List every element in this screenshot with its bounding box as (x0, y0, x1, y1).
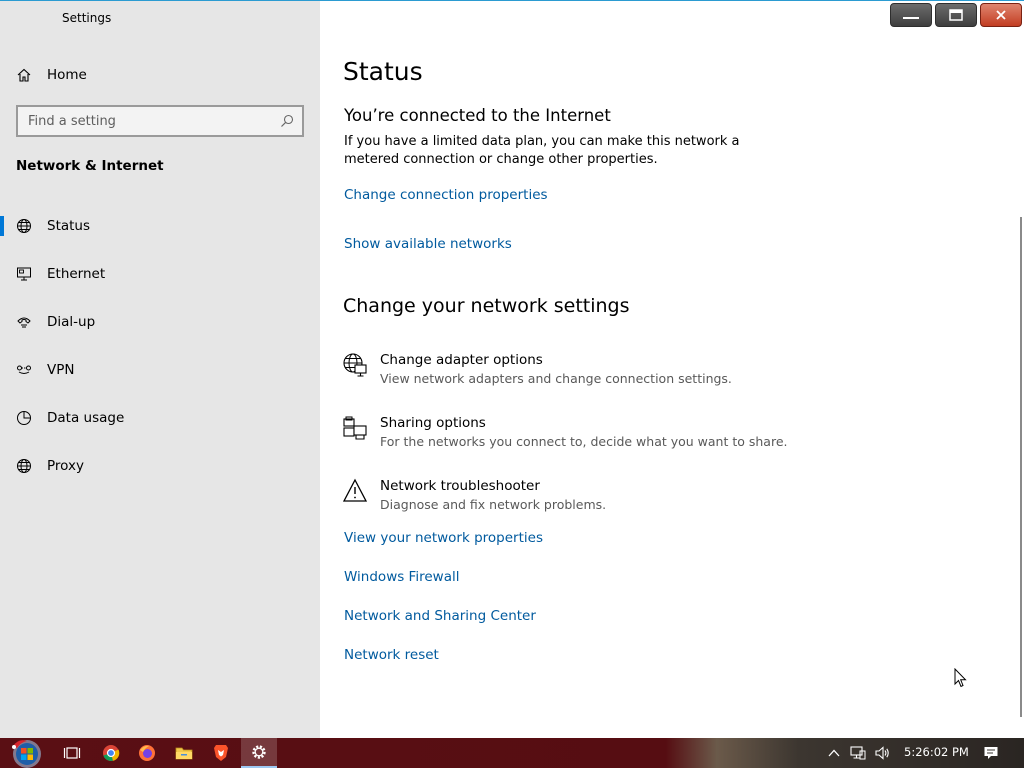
monitor-icon (17, 267, 31, 281)
change-settings-heading: Change your network settings (343, 295, 630, 317)
file-explorer-icon (175, 747, 193, 760)
settings-gear-icon (252, 745, 266, 759)
mouse-cursor-icon (954, 668, 967, 688)
globe-icon (17, 459, 31, 473)
change-connection-properties-link[interactable]: Change connection properties (344, 187, 548, 203)
setting-description: For the networks you connect to, decide … (380, 434, 788, 449)
vpn-icon (17, 365, 31, 374)
taskbar-clock[interactable]: 5:26:02 PM (904, 745, 969, 759)
search-box[interactable] (16, 105, 304, 137)
selected-indicator (0, 216, 4, 236)
sidebar-section-heading: Network & Internet (16, 158, 164, 174)
setting-description: View network adapters and change connect… (380, 371, 732, 386)
sidebar-item-data-usage[interactable]: Data usage (0, 400, 320, 436)
taskbar (0, 738, 1024, 768)
sidebar: Settings Home Network & Internet Status … (0, 1, 320, 739)
setting-title: Network troubleshooter (380, 478, 540, 494)
sidebar-item-proxy[interactable]: Proxy (0, 448, 320, 484)
home-label: Home (47, 67, 87, 83)
view-network-properties-link[interactable]: View your network properties (344, 530, 543, 546)
task-view-icon (63, 747, 81, 759)
firefox-icon (139, 745, 155, 761)
main-content: Status You’re connected to the Internet … (320, 1, 1024, 739)
data-usage-icon (17, 411, 31, 425)
home-nav-item[interactable]: Home (16, 65, 87, 85)
change-adapter-options[interactable]: Change adapter options View network adap… (342, 352, 782, 396)
globe-icon (17, 219, 31, 233)
start-icon (12, 740, 41, 768)
search-icon[interactable] (280, 114, 294, 128)
sharing-icon (343, 416, 367, 440)
sidebar-item-label: Data usage (47, 410, 125, 426)
setting-title: Sharing options (380, 415, 486, 431)
search-input[interactable] (18, 107, 280, 135)
network-tray-icon[interactable] (850, 745, 866, 761)
brave-taskbar-button[interactable] (205, 738, 237, 768)
network-reset-link[interactable]: Network reset (344, 647, 439, 663)
settings-window: Settings Home Network & Internet Status … (0, 0, 1024, 739)
setting-title: Change adapter options (380, 352, 543, 368)
chevron-up-icon[interactable] (826, 745, 842, 761)
phone-icon (17, 317, 31, 328)
sidebar-item-status[interactable]: Status (0, 208, 320, 244)
sharing-options[interactable]: Sharing options For the networks you con… (342, 415, 788, 459)
show-available-networks-link[interactable]: Show available networks (344, 236, 512, 252)
sidebar-item-label: Ethernet (47, 266, 106, 282)
volume-icon[interactable] (874, 745, 890, 761)
warning-icon (342, 478, 368, 502)
scrollbar[interactable] (1020, 217, 1022, 717)
network-sharing-center-link[interactable]: Network and Sharing Center (344, 608, 536, 624)
setting-description: Diagnose and fix network problems. (380, 497, 607, 512)
sidebar-item-label: VPN (47, 362, 75, 378)
home-icon (17, 68, 31, 82)
sidebar-item-label: Proxy (47, 458, 84, 474)
window-title: Settings (62, 11, 112, 25)
sidebar-item-dial-up[interactable]: Dial-up (0, 304, 320, 340)
brave-icon (214, 745, 228, 761)
connection-description: If you have a limited data plan, you can… (344, 134, 740, 167)
firefox-taskbar-button[interactable] (131, 738, 163, 768)
chrome-icon (103, 745, 120, 762)
sidebar-item-label: Dial-up (47, 314, 96, 330)
file-explorer-taskbar-button[interactable] (168, 738, 200, 768)
sidebar-item-vpn[interactable]: VPN (0, 352, 320, 388)
task-view-button[interactable] (56, 738, 88, 768)
notifications-icon[interactable] (983, 745, 999, 761)
sidebar-item-label: Status (47, 218, 91, 234)
start-button[interactable] (6, 738, 48, 768)
windows-firewall-link[interactable]: Windows Firewall (344, 569, 459, 585)
settings-taskbar-button[interactable] (241, 738, 277, 768)
network-troubleshooter[interactable]: Network troubleshooter Diagnose and fix … (342, 478, 782, 522)
adapter-icon (343, 353, 367, 377)
connection-heading: You’re connected to the Internet (344, 106, 611, 125)
sidebar-item-ethernet[interactable]: Ethernet (0, 256, 320, 292)
page-title: Status (343, 57, 423, 86)
chrome-taskbar-button[interactable] (95, 738, 127, 768)
